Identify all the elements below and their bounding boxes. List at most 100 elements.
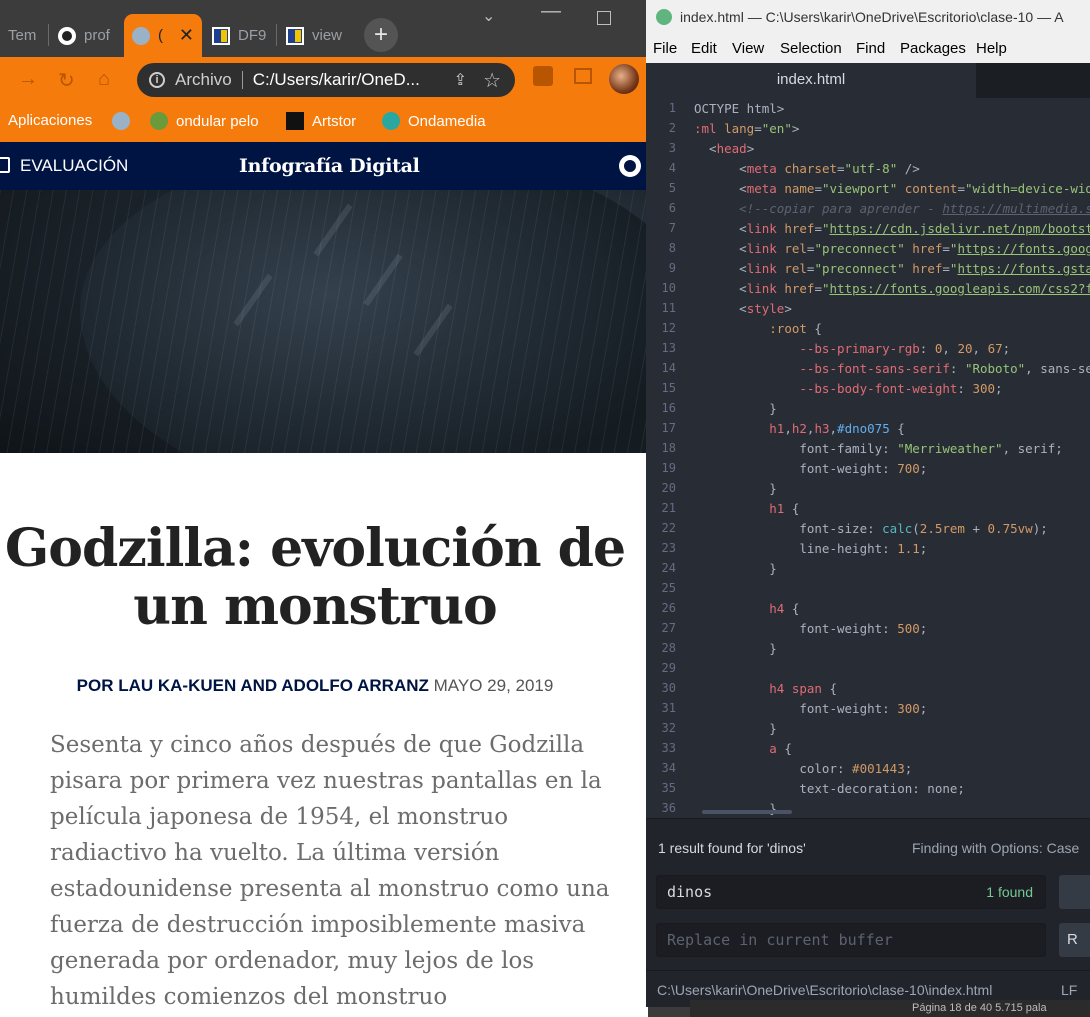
find-replace-panel: 1 result found for 'dinos' Finding with … [646, 818, 1090, 971]
line-number: 8 [668, 241, 676, 255]
horizontal-scrollbar[interactable] [702, 810, 792, 814]
tab-separator [276, 24, 277, 46]
menu-file[interactable]: File [653, 40, 677, 57]
reload-icon[interactable]: ↻ [58, 68, 75, 93]
tab-bar-empty [976, 63, 1090, 98]
code-line: font-weight: 500; [694, 621, 928, 636]
side-panel-icon[interactable] [574, 68, 592, 84]
byline-authors[interactable]: POR LAU KA-KUEN AND ADOLFO ARRANZ [77, 676, 429, 695]
code-line: OCTYPE html> [694, 101, 785, 116]
line-number: 22 [661, 521, 676, 535]
editor-titlebar: index.html — C:\Users\karir\OneDrive\Esc… [646, 0, 1090, 35]
code-line: <link rel="preconnect" href="https://fon… [694, 261, 1090, 276]
site-navbar: EVALUACIÓN Infografía Digital [0, 142, 648, 190]
minimize-icon[interactable]: — [541, 0, 561, 23]
code-line: font-weight: 700; [694, 461, 928, 476]
find-query: dinos [667, 883, 713, 901]
code-line: :root { [769, 321, 822, 336]
line-number: 24 [661, 561, 676, 575]
extensions-icon[interactable] [533, 66, 553, 86]
tab-github-prof[interactable]: prof [50, 14, 122, 57]
nav-link-evaluacion[interactable]: EVALUACIÓN [20, 156, 128, 176]
line-number: 13 [661, 341, 676, 355]
wh-icon [150, 112, 168, 130]
close-tab-icon[interactable]: ✕ [179, 25, 194, 46]
replace-button[interactable]: R [1059, 923, 1090, 957]
forward-icon[interactable]: → [18, 68, 38, 91]
tab-active[interactable]: ( ✕ [124, 14, 202, 57]
status-file-path[interactable]: C:\Users\karir\OneDrive\Escritorio\clase… [657, 982, 992, 998]
bookmark-label: Artstor [312, 112, 357, 130]
line-number: 5 [668, 181, 676, 195]
line-number: 28 [661, 641, 676, 655]
file-tab-index-html[interactable]: index.html [646, 63, 976, 98]
maximize-icon[interactable] [597, 11, 611, 25]
url-text[interactable]: C:/Users/karir/OneD... [253, 70, 420, 90]
menu-help[interactable]: Help [976, 40, 1007, 57]
new-tab-button[interactable]: + [364, 18, 398, 52]
code-editor[interactable]: 1 2 3 4 5 6 7 8 9 10 11 12 13 14 15 16 1… [646, 98, 1090, 818]
code-line: } [694, 481, 777, 496]
menu-find[interactable]: Find [856, 40, 885, 57]
code-line: color: #001443; [694, 761, 913, 776]
tab-label: Tem [8, 27, 37, 44]
menu-selection[interactable]: Selection [780, 40, 842, 57]
menu-edit[interactable]: Edit [691, 40, 717, 57]
github-icon [58, 26, 76, 45]
info-icon[interactable]: i [149, 72, 165, 88]
find-button[interactable] [1059, 875, 1090, 909]
bookmark-label: ondular pelo [176, 112, 259, 130]
bookmark-ondamedia[interactable]: Ondamedia [382, 112, 486, 130]
share-icon[interactable]: ⇪ [454, 70, 467, 90]
bookmarks-bar: Aplicaciones ondular pelo Artstor Ondame… [0, 101, 648, 142]
find-result-text: 1 result found for 'dinos' [658, 840, 806, 856]
bookmark-artstor[interactable]: Artstor [286, 112, 356, 130]
line-number: 4 [668, 161, 676, 175]
replace-input[interactable]: Replace in current buffer [656, 923, 1046, 957]
status-line-ending[interactable]: LF [1061, 982, 1077, 998]
code-line: --bs-font-sans-serif: "Roboto", sans-se [799, 361, 1090, 376]
bookmark-star-icon[interactable]: ☆ [483, 68, 501, 93]
code-line: h1,h2,h3,#dno075 { [769, 421, 905, 436]
tab-df9[interactable]: DF9 [204, 14, 276, 57]
line-number: 1 [668, 101, 676, 115]
bookmark-apps[interactable]: Aplicaciones [8, 112, 92, 129]
find-input[interactable]: dinos 1 found [656, 875, 1046, 909]
clipboard-icon [0, 157, 10, 173]
ondamedia-icon [382, 112, 400, 130]
address-bar[interactable]: i Archivo C:/Users/karir/OneD... ⇪ ☆ [137, 63, 515, 97]
line-number: 31 [661, 701, 676, 715]
code-line: --bs-body-font-weight: 300; [799, 381, 1003, 396]
profile-avatar[interactable] [609, 64, 639, 94]
line-number: 29 [661, 661, 676, 675]
tab-view[interactable]: view [278, 14, 354, 57]
bookmark-ondular-pelo[interactable]: ondular pelo [150, 112, 259, 130]
home-icon[interactable]: ⌂ [98, 68, 110, 91]
code-line: <link rel="preconnect" href="https://fon… [694, 241, 1090, 256]
code-line: <link href="https://fonts.googleapis.com… [694, 281, 1090, 296]
tab-label: ( [158, 27, 163, 44]
code-line: } [694, 561, 777, 576]
line-number: 32 [661, 721, 676, 735]
divider [241, 71, 243, 89]
tab-label: DF9 [238, 27, 267, 44]
github-icon[interactable] [619, 155, 641, 177]
tab-tem[interactable]: Tem [0, 14, 48, 57]
line-number: 15 [661, 381, 676, 395]
tab-search-icon[interactable]: ⌄ [482, 6, 495, 26]
window-title: index.html — C:\Users\karir\OneDrive\Esc… [680, 9, 1064, 25]
atom-logo-icon [656, 9, 672, 25]
code-line: <!--copiar para aprender - https://multi… [739, 201, 1090, 216]
bookmark-globe[interactable] [112, 112, 138, 130]
code-line: <link href="https://cdn.jsdelivr.net/npm… [694, 221, 1090, 236]
site-title[interactable]: Infografía Digital [239, 155, 420, 177]
code-line: <style> [694, 301, 792, 316]
line-number: 27 [661, 621, 676, 635]
line-number: 2 [668, 121, 676, 135]
find-options-text: Finding with Options: Case [912, 840, 1080, 856]
menu-view[interactable]: View [732, 40, 764, 57]
bookmark-label: Ondamedia [408, 112, 486, 130]
tab-strip: Tem prof ( ✕ DF9 view + ⌄ — [0, 0, 648, 57]
line-number: 14 [661, 361, 676, 375]
menu-packages[interactable]: Packages [900, 40, 966, 57]
